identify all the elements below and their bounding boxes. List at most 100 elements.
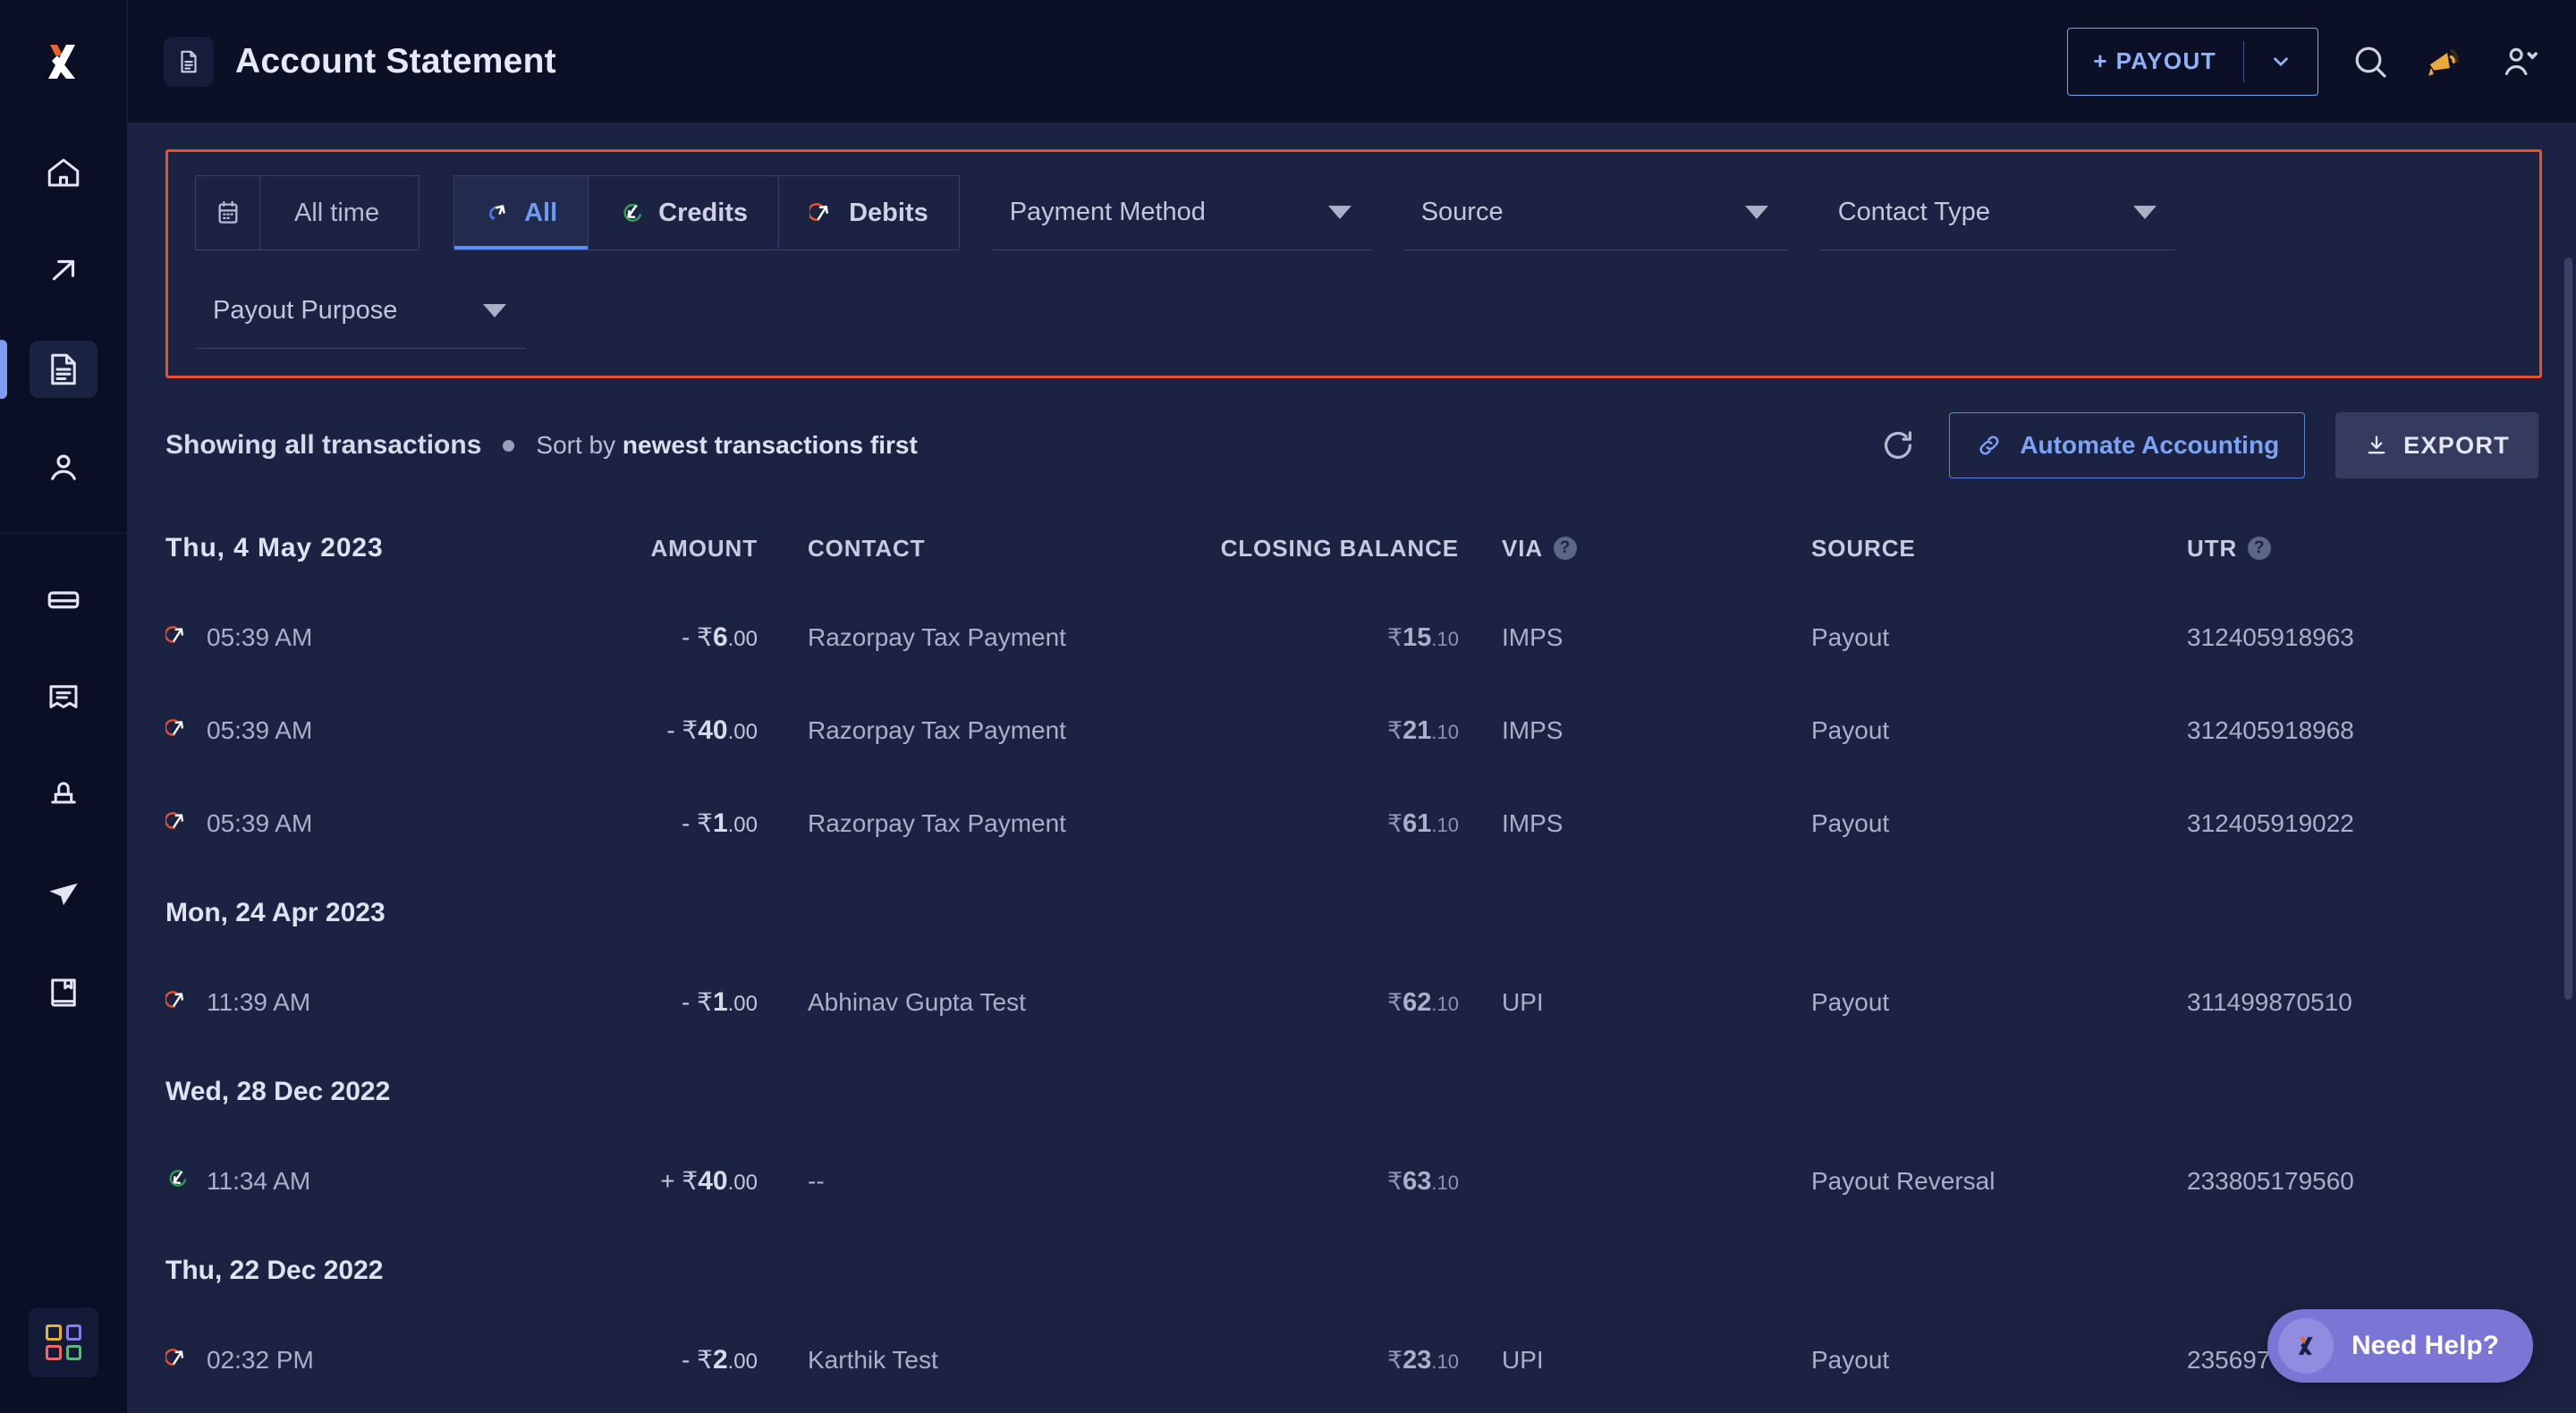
table-row[interactable]: 05:39 AM - ₹40.00 Razorpay Tax Payment ₹21.… bbox=[164, 684, 2538, 777]
arrow-in-icon bbox=[169, 1169, 187, 1187]
sidebar-item-invoices[interactable] bbox=[0, 648, 127, 747]
sidebar-item-contacts[interactable] bbox=[0, 419, 127, 517]
sidebar-divider bbox=[0, 533, 128, 534]
table-group-header: Thu, 22 Dec 2022 bbox=[165, 1228, 2538, 1314]
table-header-row: Thu, 4 May 2023 AMOUNT CONTACT CLOSING B… bbox=[165, 505, 2538, 591]
transaction-type-segmented-control: All Credits Debits bbox=[453, 175, 960, 250]
payout-button[interactable]: + PAYOUT bbox=[2067, 27, 2318, 96]
chevron-down-icon bbox=[2132, 206, 2157, 219]
toolbar-actions: Automate Accounting EXPORT bbox=[1877, 412, 2538, 478]
filter-payment-method[interactable]: Payment Method bbox=[991, 175, 1371, 250]
search-button[interactable] bbox=[2349, 40, 2392, 83]
table-body: 05:39 AM - ₹6.00 Razorpay Tax Payment ₹15.1… bbox=[164, 591, 2538, 1413]
announcements-button[interactable] bbox=[2422, 39, 2467, 84]
sidebar-item-tax-payments[interactable] bbox=[0, 747, 127, 845]
row-via: UPI bbox=[1502, 1346, 1544, 1374]
table-group-header: Sun, 4 Dec 2022 bbox=[165, 1407, 2538, 1413]
row-source: Payout bbox=[1811, 1346, 1890, 1374]
page-document-icon bbox=[164, 36, 214, 87]
column-header-closing-balance: CLOSING BALANCE bbox=[1220, 534, 1459, 562]
date-range-filter[interactable]: All time bbox=[195, 175, 420, 250]
column-header-amount: AMOUNT bbox=[650, 534, 758, 562]
filter-tab-debits[interactable]: Debits bbox=[778, 176, 959, 250]
sidebar-logo[interactable] bbox=[0, 0, 127, 123]
statement-document-icon bbox=[30, 341, 97, 398]
row-amount: - ₹1.00 bbox=[682, 987, 758, 1017]
apps-grid-button[interactable] bbox=[29, 1307, 98, 1377]
search-icon bbox=[2355, 47, 2386, 78]
invoice-icon bbox=[30, 669, 97, 726]
row-time: 05:39 AM bbox=[164, 808, 514, 840]
date-range-value: All time bbox=[294, 198, 380, 227]
apps-grid-icon bbox=[46, 1324, 81, 1360]
sidebar-item-ledger[interactable] bbox=[0, 943, 127, 1042]
row-source: Payout Reversal bbox=[1811, 1167, 1996, 1195]
filter-tab-all[interactable]: All bbox=[454, 176, 589, 250]
row-time-label: 11:34 AM bbox=[207, 1167, 311, 1195]
row-source: Payout bbox=[1811, 623, 1890, 651]
sidebar-item-payouts[interactable] bbox=[0, 845, 127, 943]
debit-direction-icon bbox=[164, 715, 191, 747]
row-via: IMPS bbox=[1502, 716, 1563, 744]
row-closing-balance: ₹21.10 bbox=[1386, 715, 1459, 745]
arrow-out-icon bbox=[164, 1348, 183, 1366]
arrow-out-icon bbox=[164, 811, 183, 829]
profile-menu-button[interactable] bbox=[2497, 39, 2542, 84]
row-time: 05:39 AM bbox=[164, 622, 514, 654]
utr-help-icon[interactable]: ? bbox=[2248, 537, 2272, 560]
row-utr: 233805179560 bbox=[2187, 1167, 2354, 1195]
vertical-scrollbar[interactable] bbox=[2564, 258, 2572, 1000]
row-closing-balance: ₹62.10 bbox=[1386, 987, 1459, 1017]
sidebar-item-home[interactable] bbox=[0, 123, 127, 222]
sidebar-item-transfer[interactable] bbox=[0, 222, 127, 320]
megaphone-icon bbox=[2428, 48, 2459, 76]
row-contact: Razorpay Tax Payment bbox=[808, 716, 1066, 744]
row-closing-balance: ₹63.10 bbox=[1386, 1166, 1459, 1196]
sort-prefix: Sort by bbox=[536, 431, 623, 459]
row-source: Payout bbox=[1811, 716, 1890, 744]
filter-payout-purpose[interactable]: Payout Purpose bbox=[195, 274, 526, 349]
results-toolbar: Showing all transactions Sort by newest … bbox=[165, 412, 2538, 478]
chevron-down-icon bbox=[1744, 206, 1768, 219]
need-help-label: Need Help? bbox=[2351, 1331, 2499, 1360]
transactions-table: Thu, 4 May 2023 AMOUNT CONTACT CLOSING B… bbox=[164, 505, 2538, 1413]
tax-bank-icon bbox=[30, 767, 97, 825]
sort-label[interactable]: Sort by newest transactions first bbox=[536, 431, 917, 460]
table-group-header: Wed, 28 Dec 2022 bbox=[165, 1049, 2538, 1135]
filter-source[interactable]: Source bbox=[1402, 175, 1788, 250]
row-time-label: 05:39 AM bbox=[207, 716, 313, 744]
refresh-button[interactable] bbox=[1877, 425, 1919, 466]
table-row[interactable]: 11:34 AM + ₹40.00 -- ₹63.10 Payout Reversal 2… bbox=[165, 1135, 2538, 1228]
table-row[interactable]: 05:39 AM - ₹1.00 Razorpay Tax Payment ₹61.1… bbox=[164, 777, 2538, 870]
sidebar-item-cards[interactable] bbox=[0, 550, 127, 648]
column-header-source: SOURCE bbox=[1811, 534, 1916, 562]
export-label: EXPORT bbox=[2403, 431, 2510, 459]
sidebar-nav-secondary bbox=[0, 550, 127, 1042]
filter-contact-type[interactable]: Contact Type bbox=[1819, 175, 2176, 250]
need-help-button[interactable]: Need Help? bbox=[2267, 1309, 2533, 1383]
payout-button-label: + PAYOUT bbox=[2093, 47, 2216, 74]
sidebar-nav-primary bbox=[0, 123, 127, 517]
sidebar-item-account-statement[interactable] bbox=[0, 320, 127, 419]
paper-plane-icon bbox=[30, 866, 97, 923]
chevron-down-icon[interactable] bbox=[2244, 50, 2318, 73]
table-row[interactable]: 11:39 AM - ₹1.00 Abhinav Gupta Test ₹62.10 U… bbox=[164, 956, 2538, 1049]
debit-direction-icon bbox=[164, 1345, 191, 1376]
main-area: Account Statement + PAYOUT All time All … bbox=[128, 0, 2576, 1413]
export-button[interactable]: EXPORT bbox=[2335, 412, 2538, 478]
table-row[interactable]: 02:32 PM - ₹2.00 Karthik Test ₹23.10 UPI Payo… bbox=[164, 1314, 2538, 1407]
row-closing-balance: ₹23.10 bbox=[1386, 1345, 1459, 1375]
row-amount: + ₹40.00 bbox=[660, 1166, 758, 1196]
row-amount: - ₹1.00 bbox=[682, 808, 758, 838]
table-row[interactable]: 05:39 AM - ₹6.00 Razorpay Tax Payment ₹15.1… bbox=[164, 591, 2538, 684]
arrow-out-icon bbox=[809, 203, 828, 221]
via-help-icon[interactable]: ? bbox=[1554, 537, 1578, 560]
showing-label: Showing all transactions bbox=[165, 430, 482, 460]
automate-accounting-button[interactable]: Automate Accounting bbox=[1949, 412, 2306, 478]
sort-value: newest transactions first bbox=[622, 431, 918, 459]
debit-direction-icon bbox=[164, 808, 191, 840]
filter-tab-credits[interactable]: Credits bbox=[588, 176, 778, 250]
person-icon bbox=[30, 439, 97, 496]
filter-contact-type-label: Contact Type bbox=[1837, 198, 1991, 226]
arrow-in-icon bbox=[623, 203, 642, 222]
